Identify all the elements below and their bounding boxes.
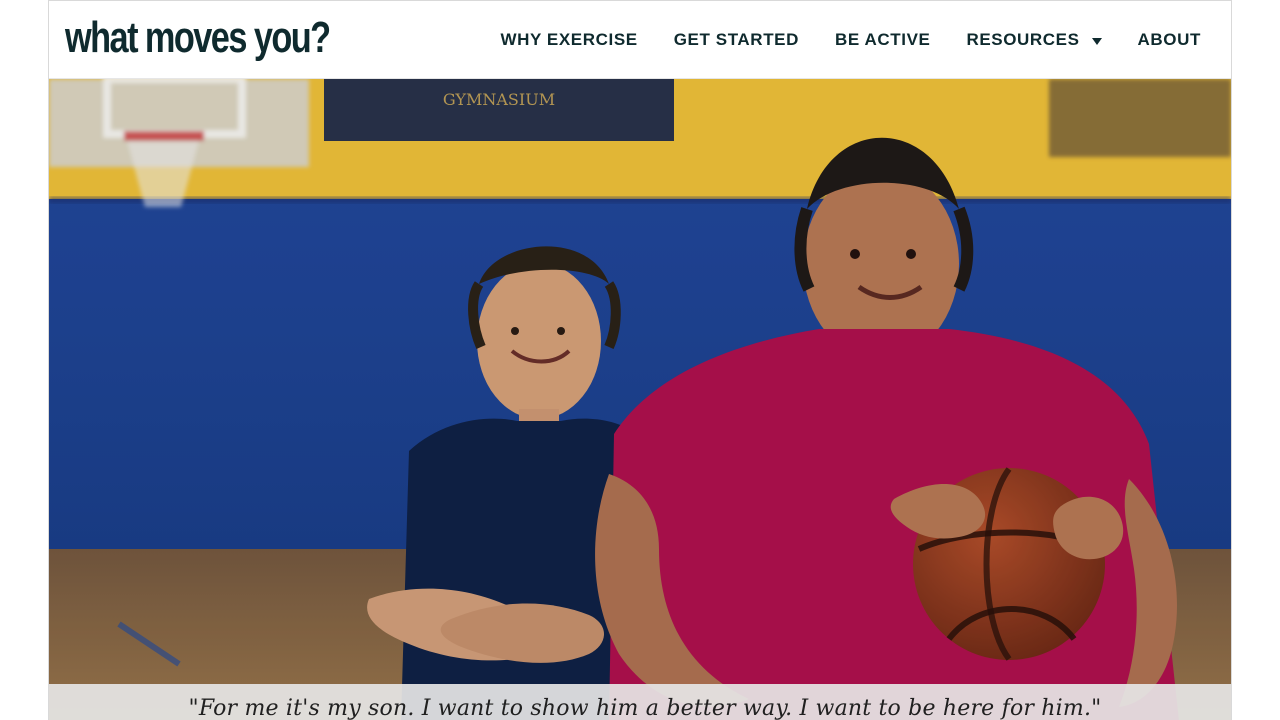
site-logo[interactable]: what moves you? xyxy=(65,11,331,65)
hero-section: GYMNASIUM "For me it's my son. I want to… xyxy=(49,79,1231,720)
quote-bar: "For me it's my son. I want to show him … xyxy=(49,684,1231,720)
nav-about-label[interactable]: ABOUT xyxy=(1138,30,1201,50)
nav-be-active[interactable]: BE ACTIVE xyxy=(817,1,948,79)
nav-get-started[interactable]: GET STARTED xyxy=(656,1,817,79)
page-frame: what moves you? WHY EXERCISE GET STARTED… xyxy=(48,0,1232,720)
nav-resources-label[interactable]: RESOURCES xyxy=(966,30,1079,50)
nav-get-started-label[interactable]: GET STARTED xyxy=(674,30,799,50)
nav-why-exercise[interactable]: WHY EXERCISE xyxy=(482,1,655,79)
nav-why-exercise-label[interactable]: WHY EXERCISE xyxy=(500,30,637,50)
site-header: what moves you? WHY EXERCISE GET STARTED… xyxy=(49,1,1231,79)
hero-quote: "For me it's my son. I want to show him … xyxy=(188,696,1102,720)
nav-be-active-label[interactable]: BE ACTIVE xyxy=(835,30,930,50)
nav-resources[interactable]: RESOURCES xyxy=(948,1,1119,79)
nav-about[interactable]: ABOUT xyxy=(1120,1,1201,79)
logo-text[interactable]: what moves you? xyxy=(65,13,331,63)
hero-photo: GYMNASIUM xyxy=(49,79,1231,720)
caret-down-icon[interactable] xyxy=(1091,37,1102,45)
main-nav: WHY EXERCISE GET STARTED BE ACTIVE RESOU… xyxy=(482,1,1201,79)
